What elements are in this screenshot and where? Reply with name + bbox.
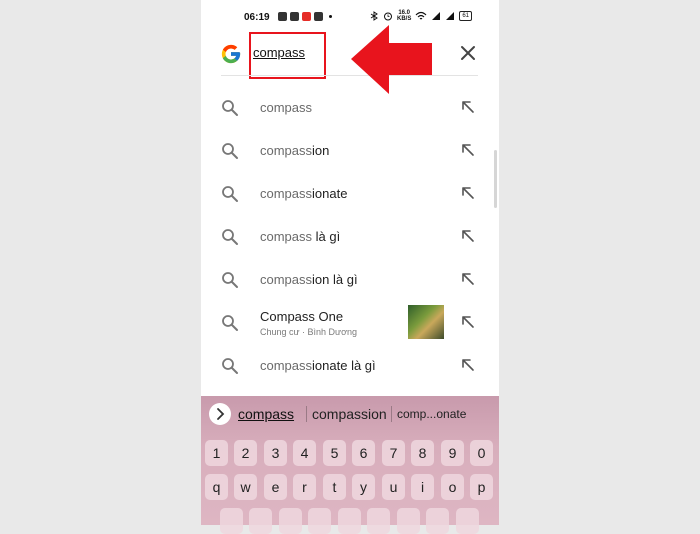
suggestion-text: compassion là gì xyxy=(260,272,358,287)
key-partial[interactable] xyxy=(367,508,390,534)
key-i[interactable]: i xyxy=(411,474,434,500)
key-partial[interactable] xyxy=(308,508,331,534)
search-icon xyxy=(222,272,238,288)
key-partial[interactable] xyxy=(397,508,420,534)
google-logo-icon xyxy=(221,44,241,64)
key-e[interactable]: e xyxy=(264,474,287,500)
keyboard: compass compassion comp...onate 1 2 3 4 … xyxy=(201,396,499,534)
fill-query-arrow-icon[interactable] xyxy=(460,142,476,158)
key-3[interactable]: 3 xyxy=(264,440,287,466)
suggestion-divider xyxy=(391,406,392,422)
search-icon xyxy=(222,100,238,116)
notification-icons xyxy=(278,12,332,21)
key-u[interactable]: u xyxy=(382,474,405,500)
suggestion-thumbnail xyxy=(408,305,444,339)
suggestion-list: compass compassion compassionate compass… xyxy=(201,86,499,387)
key-p[interactable]: p xyxy=(470,474,493,500)
keyboard-suggestion[interactable]: comp...onate xyxy=(397,407,466,421)
key-6[interactable]: 6 xyxy=(352,440,375,466)
key-y[interactable]: y xyxy=(352,474,375,500)
red-pointer-arrow-icon xyxy=(351,25,432,94)
suggestion-text: compassionate là gì xyxy=(260,358,376,373)
status-time: 06:19 xyxy=(244,12,270,23)
keyboard-suggestion-bar: compass compassion comp...onate xyxy=(201,396,499,432)
app-notification-icon xyxy=(290,12,299,21)
key-t[interactable]: t xyxy=(323,474,346,500)
fill-query-arrow-icon[interactable] xyxy=(460,185,476,201)
youtube-icon xyxy=(302,12,311,21)
expand-toolbar-button[interactable] xyxy=(209,403,231,425)
suggestion-text: compass là gì xyxy=(260,229,341,244)
close-icon[interactable] xyxy=(459,44,477,62)
key-partial[interactable] xyxy=(426,508,449,534)
keyboard-suggestion[interactable]: compassion xyxy=(312,406,387,422)
key-partial[interactable] xyxy=(249,508,272,534)
search-icon xyxy=(222,358,238,374)
key-5[interactable]: 5 xyxy=(323,440,346,466)
fill-query-arrow-icon[interactable] xyxy=(460,99,476,115)
fill-query-arrow-icon[interactable] xyxy=(460,228,476,244)
app-notification-icon xyxy=(314,12,323,21)
alarm-icon xyxy=(384,12,392,21)
key-partial[interactable] xyxy=(279,508,302,534)
suggestion-text: compass xyxy=(260,100,313,115)
battery-indicator: 61 xyxy=(459,11,473,21)
key-partial[interactable] xyxy=(456,508,479,534)
search-icon xyxy=(222,186,238,202)
key-q[interactable]: q xyxy=(205,474,228,500)
suggestion-subtitle: Chung cư · Bình Dương xyxy=(260,327,357,337)
query-highlight-box xyxy=(249,32,326,79)
chevron-right-icon xyxy=(217,408,225,420)
fill-query-arrow-icon[interactable] xyxy=(460,357,476,373)
key-7[interactable]: 7 xyxy=(382,440,405,466)
suggestion-text: compassion xyxy=(260,143,330,158)
signal-icon xyxy=(446,12,455,20)
key-partial[interactable] xyxy=(220,508,243,534)
suggestion-item[interactable]: compass là gì xyxy=(201,215,499,258)
bluetooth-icon xyxy=(370,11,378,21)
signal-icon xyxy=(432,12,441,20)
suggestion-item[interactable]: compassionate xyxy=(201,172,499,215)
search-icon xyxy=(222,315,238,331)
key-r[interactable]: r xyxy=(293,474,316,500)
system-icons: 16.0 KB/S 61 xyxy=(369,10,473,22)
network-speed: 16.0 KB/S xyxy=(397,10,412,22)
key-w[interactable]: w xyxy=(234,474,257,500)
suggestion-item-entity[interactable]: Compass One Chung cư · Bình Dương xyxy=(201,301,499,344)
key-partial[interactable] xyxy=(338,508,361,534)
more-notifications-icon xyxy=(329,15,332,18)
scrollbar[interactable] xyxy=(494,150,497,208)
app-notification-icon xyxy=(278,12,287,21)
key-1[interactable]: 1 xyxy=(205,440,228,466)
keyboard-suggestion[interactable]: compass xyxy=(238,406,294,422)
key-o[interactable]: o xyxy=(441,474,464,500)
key-2[interactable]: 2 xyxy=(234,440,257,466)
suggestion-item[interactable]: compassionate là gì xyxy=(201,344,499,387)
suggestion-divider xyxy=(306,406,307,422)
search-icon xyxy=(222,229,238,245)
fill-query-arrow-icon[interactable] xyxy=(460,271,476,287)
suggestion-item[interactable]: compassion là gì xyxy=(201,258,499,301)
suggestion-title: Compass One xyxy=(260,309,344,324)
fill-query-arrow-icon[interactable] xyxy=(460,314,476,330)
key-4[interactable]: 4 xyxy=(293,440,316,466)
key-9[interactable]: 9 xyxy=(441,440,464,466)
suggestion-text: compassionate xyxy=(260,186,348,201)
key-0[interactable]: 0 xyxy=(470,440,493,466)
suggestion-item[interactable]: compassion xyxy=(201,129,499,172)
wifi-icon xyxy=(415,11,427,20)
search-icon xyxy=(222,143,238,159)
key-8[interactable]: 8 xyxy=(411,440,434,466)
